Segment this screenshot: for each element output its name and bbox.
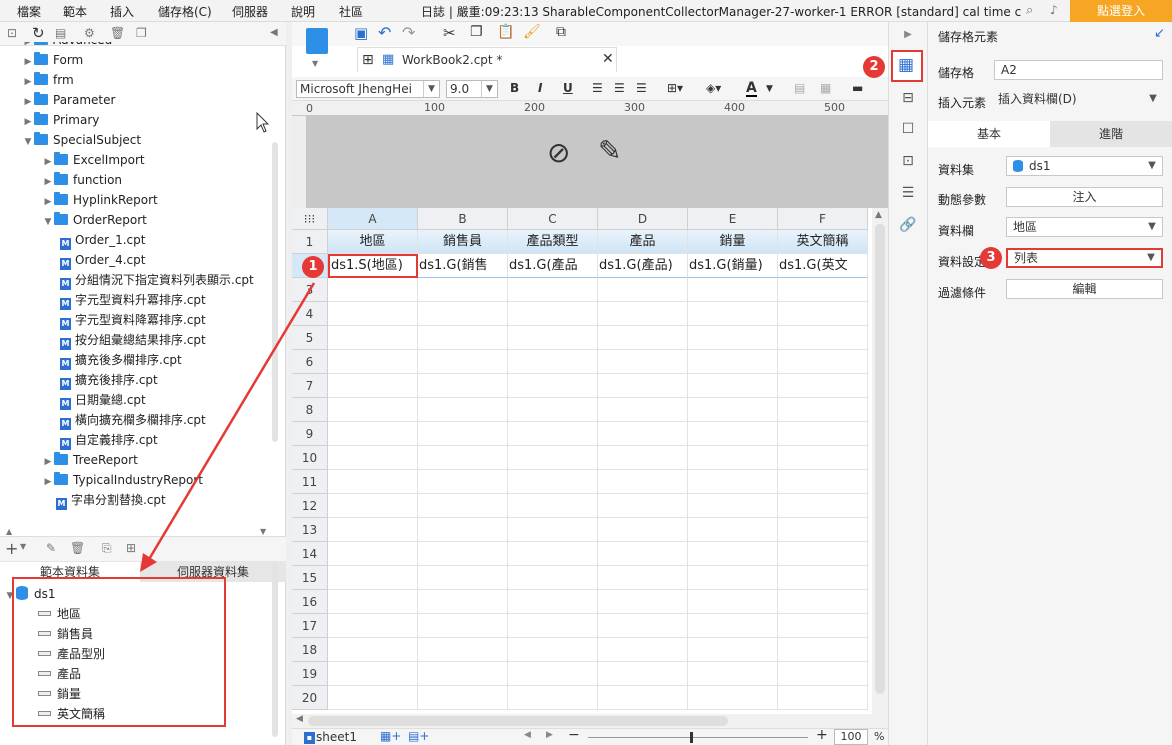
chevron-down-icon: ▼ <box>1148 160 1156 171</box>
tab-advanced[interactable]: 進階 <box>1050 121 1172 147</box>
inject-button[interactable]: 注入 <box>1006 187 1163 207</box>
data-column-value: 地區 <box>1013 220 1038 234</box>
dataset-select-value: ds1 <box>1029 159 1051 173</box>
mouse-cursor-icon <box>256 112 270 133</box>
cell-label: 儲存格 <box>938 66 975 80</box>
insert-element-label: 插入元素 <box>938 96 987 110</box>
expand-right-icon[interactable]: ▶ <box>899 26 917 44</box>
insert-element-select[interactable]: 插入資料欄(D) ▼ <box>994 90 1163 110</box>
dataset-select[interactable]: ds1 ▼ <box>1006 156 1163 176</box>
database-icon <box>1013 160 1023 172</box>
chevron-down-icon: ▼ <box>1148 221 1156 232</box>
form-icon[interactable]: ☰ <box>899 184 917 202</box>
pin-icon[interactable]: ↙ <box>1154 26 1165 41</box>
tab-basic[interactable]: 基本 <box>928 121 1050 147</box>
chevron-down-icon: ▼ <box>1147 252 1155 263</box>
edit-filter-button[interactable]: 編輯 <box>1006 279 1163 299</box>
data-setting-label: 資料設定 <box>938 255 987 269</box>
cell-element-tab[interactable]: ▦ <box>891 50 923 82</box>
data-column-label: 資料欄 <box>938 224 975 238</box>
cell-attribute-icon[interactable]: ⊟ <box>899 89 917 107</box>
dynamic-param-label: 動態參數 <box>938 193 987 207</box>
condition-icon[interactable]: ⊡ <box>899 152 917 170</box>
data-setting-value: 列表 <box>1014 251 1039 265</box>
cell-field[interactable]: A2 <box>994 60 1163 80</box>
widget-icon[interactable]: ☐ <box>899 120 917 138</box>
designer-window: 檔案 範本 插入 儲存格(C) 伺服器 說明 社區 日誌 | 嚴重:09:23:… <box>0 0 1172 745</box>
hyperlink-icon[interactable]: 🔗 <box>899 216 917 234</box>
filter-label: 過濾條件 <box>938 286 987 300</box>
panel-title: 儲存格元素 <box>938 30 999 44</box>
cell-element-panel: 儲存格元素 ↙ 儲存格 A2 插入元素 插入資料欄(D) ▼ 基本 進階 資料集… <box>928 22 1172 745</box>
data-column-select[interactable]: 地區 ▼ <box>1006 217 1163 237</box>
data-setting-select[interactable]: 列表 ▼ <box>1006 248 1163 268</box>
step-badge-3: 3 <box>980 247 1002 269</box>
chevron-down-icon: ▼ <box>1149 93 1157 104</box>
red-arrow-line <box>143 282 316 567</box>
step-badge-2: 2 <box>863 56 885 78</box>
dataset-label: 資料集 <box>938 163 975 177</box>
cell-grid-icon: ▦ <box>898 55 915 75</box>
red-arrow-head <box>140 553 157 572</box>
insert-element-value: 插入資料欄(D) <box>998 92 1077 106</box>
property-icon-bar: ▶ ▦ ⊟ ☐ ⊡ ☰ 🔗 2 <box>863 22 928 745</box>
